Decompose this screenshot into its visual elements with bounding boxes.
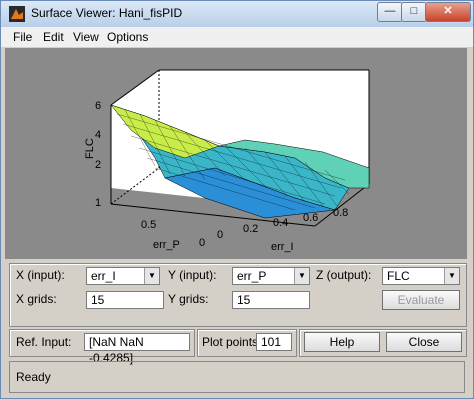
y-axis-label: err_I bbox=[271, 241, 294, 253]
x-input-value: err_I bbox=[91, 269, 116, 283]
surface-plot-area[interactable]: 6 4 2 1 FLC 0.5 0 err_P 0 0.2 0.4 0.6 0.… bbox=[5, 48, 467, 259]
x-tick-label: 0 bbox=[199, 237, 205, 249]
z-output-select[interactable]: FLC ▼ bbox=[382, 267, 460, 285]
y-tick-label: 0 bbox=[217, 229, 223, 241]
plot-points-panel: Plot points: 101 bbox=[197, 329, 297, 357]
chevron-down-icon[interactable]: ▼ bbox=[144, 268, 159, 284]
ref-input-field[interactable]: [NaN NaN -0.4285] bbox=[84, 333, 190, 365]
y-grids-label: Y grids: bbox=[168, 292, 209, 306]
y-tick-label: 0.6 bbox=[303, 212, 318, 224]
matlab-icon bbox=[9, 6, 25, 22]
chevron-down-icon[interactable]: ▼ bbox=[294, 268, 309, 284]
evaluate-button[interactable]: Evaluate bbox=[382, 290, 460, 310]
help-button[interactable]: Help bbox=[304, 332, 380, 352]
ref-input-panel: Ref. Input: [NaN NaN -0.4285] bbox=[9, 329, 195, 365]
maximize-button[interactable]: □ bbox=[401, 2, 427, 22]
x-tick-label: 0.5 bbox=[141, 219, 156, 231]
title-bar[interactable]: Surface Viewer: Hani_fisPID — □ ✕ bbox=[1, 1, 473, 28]
status-text: Ready bbox=[16, 370, 51, 384]
y-grids-field[interactable]: 15 bbox=[232, 291, 310, 309]
y-tick-label: 0.2 bbox=[243, 223, 258, 235]
menu-options[interactable]: Options bbox=[107, 30, 148, 44]
action-panel: Help Close bbox=[299, 329, 467, 357]
x-input-label: X (input): bbox=[16, 268, 65, 282]
y-input-select[interactable]: err_P ▼ bbox=[232, 267, 310, 285]
close-window-button[interactable]: ✕ bbox=[425, 2, 471, 22]
minimize-button[interactable]: — bbox=[377, 2, 403, 22]
z-tick-label: 1 bbox=[95, 197, 101, 209]
status-bar: Ready bbox=[9, 361, 465, 393]
y-tick-label: 0.4 bbox=[273, 217, 288, 229]
menu-file[interactable]: File bbox=[13, 30, 32, 44]
x-grids-field[interactable]: 15 bbox=[86, 291, 164, 309]
z-axis-label: FLC bbox=[84, 138, 96, 159]
x-input-select[interactable]: err_I ▼ bbox=[86, 267, 160, 285]
z-output-value: FLC bbox=[387, 269, 410, 283]
surface-plot[interactable]: 6 4 2 1 FLC 0.5 0 err_P 0 0.2 0.4 0.6 0.… bbox=[5, 48, 467, 259]
window-title: Surface Viewer: Hani_fisPID bbox=[31, 6, 183, 20]
z-tick-label: 6 bbox=[95, 100, 101, 112]
menu-edit[interactable]: Edit bbox=[43, 30, 64, 44]
inputs-panel: X (input): err_I ▼ Y (input): err_P ▼ Z … bbox=[9, 263, 467, 327]
y-input-value: err_P bbox=[237, 269, 267, 283]
plot-points-field[interactable]: 101 bbox=[256, 333, 292, 351]
z-output-label: Z (output): bbox=[316, 268, 372, 282]
menu-view[interactable]: View bbox=[73, 30, 99, 44]
ref-input-label: Ref. Input: bbox=[16, 335, 72, 349]
surface-viewer-window: Surface Viewer: Hani_fisPID — □ ✕ File E… bbox=[0, 0, 474, 399]
plot-points-label: Plot points: bbox=[202, 335, 262, 349]
y-tick-label: 0.8 bbox=[333, 207, 348, 219]
z-tick-label: 2 bbox=[95, 159, 101, 171]
chevron-down-icon[interactable]: ▼ bbox=[444, 268, 459, 284]
y-input-label: Y (input): bbox=[168, 268, 217, 282]
x-axis-label: err_P bbox=[153, 239, 180, 251]
x-grids-label: X grids: bbox=[16, 292, 57, 306]
menu-bar: File Edit View Options bbox=[1, 27, 473, 47]
close-button[interactable]: Close bbox=[386, 332, 462, 352]
